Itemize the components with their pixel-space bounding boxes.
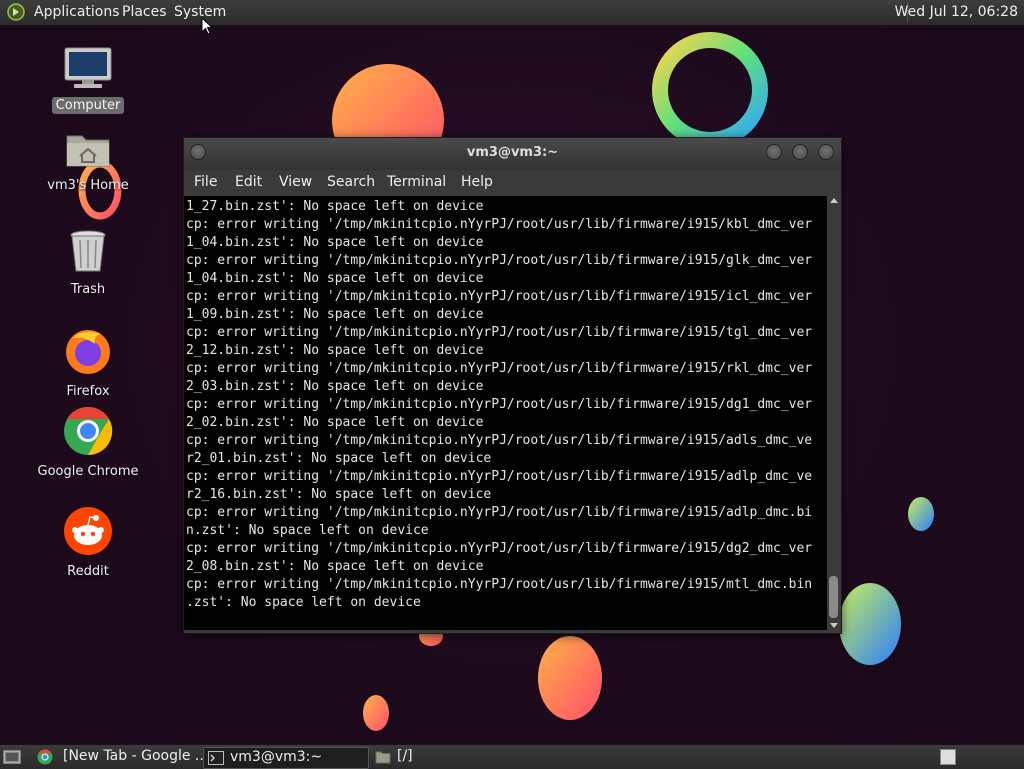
terminal-text: 1_27.bin.zst': No space left on device cp…: [186, 198, 812, 612]
desktop-icon-reddit[interactable]: Reddit: [28, 506, 148, 580]
menu-help[interactable]: Help: [461, 174, 493, 190]
maximize-button[interactable]: [792, 144, 808, 160]
terminal-window[interactable]: vm3@vm3:~ File Edit View Search Terminal…: [183, 137, 842, 634]
reddit-icon: [64, 507, 112, 555]
terminal-line: cp: error writing '/tmp/mkinitcpio.nYyrP…: [186, 325, 813, 340]
taskbar-item-chrome[interactable]: [New Tab - Google ...: [33, 747, 208, 767]
computer-icon: [64, 47, 112, 88]
desktop-icon-computer[interactable]: Computer: [28, 46, 148, 114]
trash-icon: [70, 230, 106, 272]
terminal-line: 1_04.bin.zst': No space left on device: [186, 271, 484, 286]
terminal-line: cp: error writing '/tmp/mkinitcpio.nYyrP…: [186, 577, 813, 592]
folder-icon: [375, 751, 391, 764]
main-menu-icon[interactable]: [7, 3, 25, 21]
desktop-icon-trash[interactable]: Trash: [28, 228, 148, 298]
desktop-icon-home[interactable]: vm3's Home: [28, 128, 148, 194]
desktop-icon-label: Firefox: [66, 384, 110, 399]
taskbar-item-files[interactable]: [/]: [371, 747, 531, 767]
bottom-panel: [New Tab - Google ... vm3@vm3:~ [/]: [0, 744, 1024, 769]
terminal-line: 2_02.bin.zst': No space left on device: [186, 415, 484, 430]
taskbar-item-label: vm3@vm3:~: [230, 749, 323, 765]
desktop-icon-label: Trash: [70, 282, 106, 297]
terminal-line: .zst': No space left on device: [186, 595, 421, 610]
scroll-down-arrow-icon[interactable]: [830, 623, 838, 628]
show-desktop-icon[interactable]: [3, 749, 21, 765]
mouse-pointer-icon: [201, 17, 213, 35]
desktop-icon-firefox[interactable]: Firefox: [28, 326, 148, 400]
terminal-line: 2_03.bin.zst': No space left on device: [186, 379, 484, 394]
menu-terminal[interactable]: Terminal: [387, 174, 446, 190]
top-panel: Applications Places System Wed Jul 12, 0…: [0, 0, 1024, 26]
chrome-icon: [64, 406, 113, 456]
terminal-line: cp: error writing '/tmp/mkinitcpio.nYyrP…: [186, 289, 813, 304]
taskbar-item-terminal[interactable]: vm3@vm3:~: [203, 747, 369, 769]
minimize-button[interactable]: [766, 144, 782, 160]
terminal-line: 1_27.bin.zst': No space left on device: [186, 199, 484, 214]
terminal-line: cp: error writing '/tmp/mkinitcpio.nYyrP…: [186, 469, 813, 484]
terminal-output[interactable]: 1_27.bin.zst': No space left on device cp…: [184, 196, 827, 630]
terminal-line: 2_08.bin.zst': No space left on device: [186, 559, 484, 574]
firefox-icon: [66, 330, 110, 374]
menu-search[interactable]: Search: [327, 174, 375, 190]
window-title: vm3@vm3:~: [466, 145, 559, 160]
terminal-line: cp: error writing '/tmp/mkinitcpio.nYyrP…: [186, 361, 813, 376]
menu-places[interactable]: Places: [122, 4, 167, 20]
terminal-line: cp: error writing '/tmp/mkinitcpio.nYyrP…: [186, 217, 813, 232]
terminal-line: cp: error writing '/tmp/mkinitcpio.nYyrP…: [186, 505, 813, 520]
window-titlebar[interactable]: vm3@vm3:~: [184, 138, 841, 170]
terminal-icon: [208, 751, 224, 765]
menu-applications[interactable]: Applications: [34, 4, 120, 20]
workspace-switcher[interactable]: [940, 749, 956, 765]
menu-file[interactable]: File: [194, 174, 217, 190]
terminal-scrollbar[interactable]: [827, 196, 840, 630]
terminal-line: cp: error writing '/tmp/mkinitcpio.nYyrP…: [186, 541, 813, 556]
desktop-icon-label: Computer: [51, 97, 125, 114]
menu-view[interactable]: View: [279, 174, 312, 190]
terminal-line: 2_12.bin.zst': No space left on device: [186, 343, 484, 358]
terminal-line: r2_01.bin.zst': No space left on device: [186, 451, 492, 466]
chrome-icon: [37, 749, 53, 765]
terminal-line: 1_04.bin.zst': No space left on device: [186, 235, 484, 250]
terminal-line: cp: error writing '/tmp/mkinitcpio.nYyrP…: [186, 253, 813, 268]
close-button[interactable]: [818, 144, 834, 160]
desktop-icon-label: Google Chrome: [37, 464, 139, 479]
terminal-line: n.zst': No space left on device: [186, 523, 429, 538]
clock[interactable]: Wed Jul 12, 06:28: [895, 4, 1018, 20]
terminal-line: cp: error writing '/tmp/mkinitcpio.nYyrP…: [186, 397, 813, 412]
terminal-line: cp: error writing '/tmp/mkinitcpio.nYyrP…: [186, 433, 813, 448]
scrollbar-thumb[interactable]: [829, 576, 838, 618]
desktop-icon-label: Reddit: [67, 564, 109, 579]
terminal-line: r2_16.bin.zst': No space left on device: [186, 487, 492, 502]
taskbar-item-label: [New Tab - Google ...: [63, 748, 209, 764]
menu-edit[interactable]: Edit: [235, 174, 262, 190]
terminal-menubar: File Edit View Search Terminal Help: [184, 170, 841, 196]
scroll-up-arrow-icon[interactable]: [830, 198, 838, 203]
terminal-line: 1_09.bin.zst': No space left on device: [186, 307, 484, 322]
desktop-icon-label: vm3's Home: [47, 178, 129, 193]
taskbar-item-label: [/]: [397, 748, 413, 764]
home-folder-icon: [66, 135, 110, 167]
desktop-icon-chrome[interactable]: Google Chrome: [28, 406, 148, 480]
